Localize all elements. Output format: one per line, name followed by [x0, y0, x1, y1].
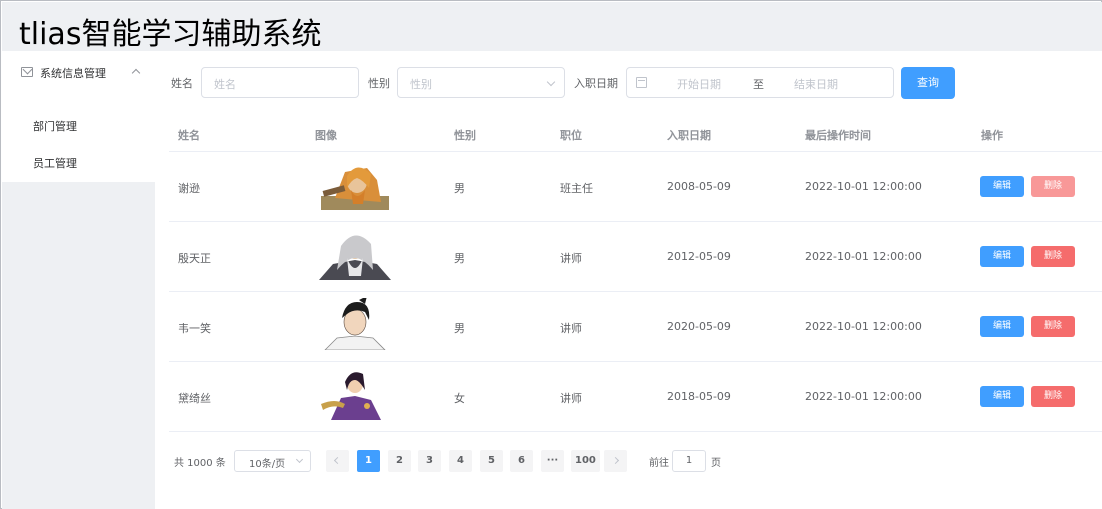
cell-name: 殷天正: [178, 252, 211, 265]
delete-button[interactable]: 删除: [1031, 246, 1075, 267]
col-header-entry-date: 入职日期: [667, 129, 711, 142]
cell-entry-date: 2012-05-09: [667, 250, 731, 263]
cell-update-time: 2022-10-01 12:00:00: [805, 180, 922, 193]
page-button-5[interactable]: 5: [480, 450, 503, 472]
delete-button[interactable]: 删除: [1031, 316, 1075, 337]
edit-button[interactable]: 编辑: [980, 386, 1024, 407]
cell-name: 韦一笑: [178, 322, 211, 335]
table-row: 韦一笑 男 讲师 2020-05-09 2022-10-01 12:00:00 …: [169, 292, 1102, 362]
name-input[interactable]: 姓名: [201, 67, 359, 98]
pagination-total: 共 1000 条: [174, 458, 226, 469]
app-window: tlias智能学习辅助系统 系统信息管理 部门管理 员工管理 姓名 姓名 性别 …: [0, 0, 1102, 509]
header: tlias智能学习辅助系统: [2, 2, 1102, 52]
cell-gender: 女: [454, 392, 465, 405]
start-date-placeholder: 开始日期: [677, 78, 721, 91]
page-button-6[interactable]: 6: [510, 450, 533, 472]
prev-page-button[interactable]: [326, 450, 349, 472]
delete-button[interactable]: 删除: [1031, 176, 1075, 197]
next-page-button[interactable]: [604, 450, 627, 472]
col-header-job: 职位: [560, 129, 582, 142]
table-row: 殷天正 男 讲师 2012-05-09 2022-10-01 12:00:00 …: [169, 222, 1102, 292]
page-button-100[interactable]: 100: [571, 450, 600, 472]
cell-name: 谢逊: [178, 182, 200, 195]
date-range-separator: 至: [753, 78, 764, 91]
page-button-3[interactable]: 3: [418, 450, 441, 472]
cell-update-time: 2022-10-01 12:00:00: [805, 250, 922, 263]
table-row: 黛绮丝 女 讲师 2018-05-09 2022-10-01 12:00:00 …: [169, 362, 1102, 432]
avatar: [315, 228, 395, 280]
cell-update-time: 2022-10-01 12:00:00: [805, 320, 922, 333]
cell-job: 讲师: [560, 322, 582, 335]
chevron-down-icon: [546, 77, 556, 87]
page-size-select[interactable]: 10条/页: [234, 450, 311, 472]
sidebar: 系统信息管理 部门管理 员工管理: [2, 51, 155, 182]
pagination-jump-prefix: 前往: [649, 458, 669, 469]
date-filter-label: 入职日期: [574, 77, 618, 90]
avatar: [315, 368, 395, 420]
col-header-gender: 性别: [454, 129, 476, 142]
cell-gender: 男: [454, 252, 465, 265]
page-button-2[interactable]: 2: [388, 450, 411, 472]
col-header-image: 图像: [315, 129, 337, 142]
col-header-actions: 操作: [981, 129, 1003, 142]
pagination: 共 1000 条 10条/页 1 2 3 4 5 6 ··· 100 前往 1 …: [155, 450, 1102, 472]
page-jump-input[interactable]: 1: [672, 450, 706, 472]
page-button-4[interactable]: 4: [449, 450, 472, 472]
sidebar-group-label: 系统信息管理: [40, 67, 106, 80]
cell-job: 讲师: [560, 252, 582, 265]
chevron-up-icon: [131, 68, 141, 78]
name-filter-label: 姓名: [171, 77, 193, 90]
end-date-placeholder: 结束日期: [794, 78, 838, 91]
cell-gender: 男: [454, 182, 465, 195]
cell-job: 讲师: [560, 392, 582, 405]
pagination-jump-suffix: 页: [711, 458, 721, 469]
main-content: 姓名 姓名 性别 性别 入职日期 开始日期 至 结束日期 查询 姓名 图像 性别…: [155, 51, 1102, 509]
col-header-update-time: 最后操作时间: [805, 129, 871, 142]
page-size-value: 10条/页: [249, 459, 286, 470]
app-title: tlias智能学习辅助系统: [19, 17, 322, 52]
sidebar-group-system-info[interactable]: 系统信息管理: [2, 51, 155, 95]
sidebar-item-emp[interactable]: 员工管理: [33, 155, 77, 171]
col-header-name: 姓名: [178, 129, 200, 142]
cell-update-time: 2022-10-01 12:00:00: [805, 390, 922, 403]
edit-button[interactable]: 编辑: [980, 246, 1024, 267]
avatar: [315, 298, 395, 350]
page-button-1[interactable]: 1: [357, 450, 380, 472]
cell-entry-date: 2020-05-09: [667, 320, 731, 333]
chevron-down-icon: [295, 455, 304, 464]
cell-gender: 男: [454, 322, 465, 335]
edit-button[interactable]: 编辑: [980, 176, 1024, 197]
edit-button[interactable]: 编辑: [980, 316, 1024, 337]
name-input-placeholder: 姓名: [214, 78, 236, 91]
cell-job: 班主任: [560, 182, 593, 195]
chevron-right-icon: [611, 456, 620, 465]
mail-icon: [21, 67, 33, 77]
delete-button[interactable]: 删除: [1031, 386, 1075, 407]
cell-entry-date: 2018-05-09: [667, 390, 731, 403]
avatar: [315, 158, 395, 210]
cell-name: 黛绮丝: [178, 392, 211, 405]
page-ellipsis-button[interactable]: ···: [541, 450, 564, 472]
gender-select[interactable]: 性别: [397, 67, 565, 98]
calendar-icon: [636, 77, 647, 88]
chevron-left-icon: [333, 456, 342, 465]
cell-entry-date: 2008-05-09: [667, 180, 731, 193]
sidebar-region: 系统信息管理 部门管理 员工管理: [2, 51, 155, 509]
date-range-picker[interactable]: 开始日期 至 结束日期: [626, 67, 894, 98]
gender-filter-label: 性别: [368, 77, 390, 90]
sidebar-item-dept[interactable]: 部门管理: [33, 118, 77, 134]
gender-select-placeholder: 性别: [410, 78, 432, 91]
query-button[interactable]: 查询: [901, 67, 955, 99]
table-row: 谢逊 男 班主任 2008-05-09 2022-10-01 12:00:00 …: [169, 152, 1102, 222]
